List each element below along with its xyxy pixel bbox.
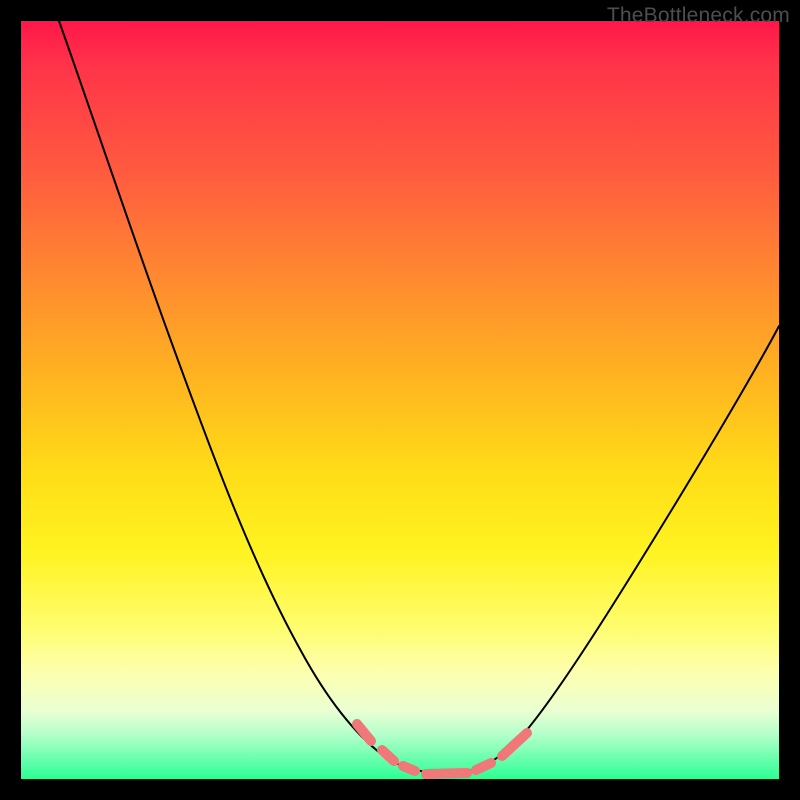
curve-marker — [502, 733, 527, 756]
chart-svg — [21, 21, 779, 779]
curve-marker — [382, 750, 394, 761]
curve-marker — [426, 773, 467, 774]
watermark-text: TheBottleneck.com — [607, 4, 790, 28]
curve-marker — [476, 763, 491, 770]
bottleneck-curve — [59, 21, 779, 773]
curve-marker — [357, 724, 371, 741]
curve-marker — [403, 766, 415, 771]
chart-frame: TheBottleneck.com — [0, 0, 800, 800]
